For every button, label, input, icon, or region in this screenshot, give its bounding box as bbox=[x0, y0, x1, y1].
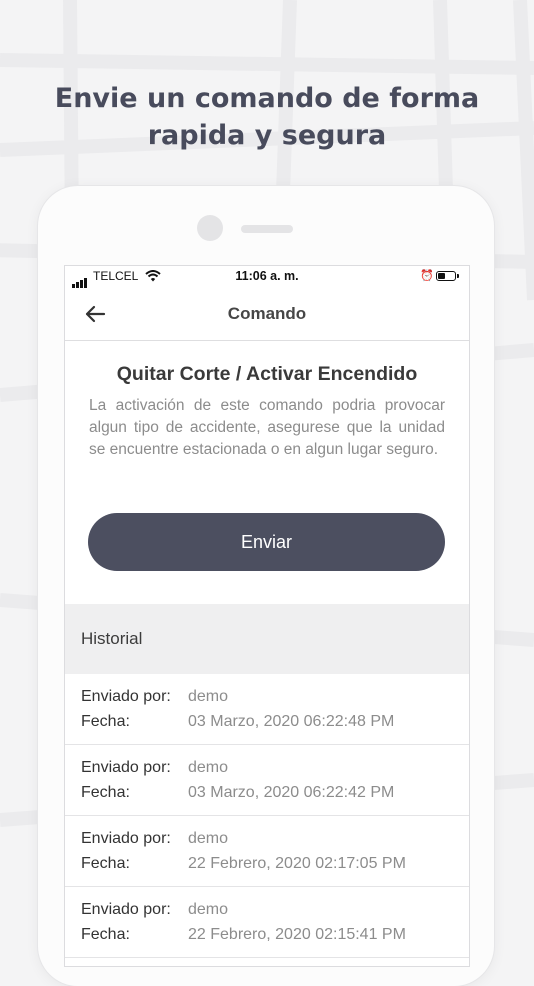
date-label: Fecha: bbox=[81, 784, 130, 801]
headline-line2: rapida y segura bbox=[147, 120, 387, 151]
phone-speaker bbox=[241, 225, 293, 233]
battery-tip bbox=[457, 274, 459, 278]
date-value: 22 Febrero, 2020 02:15:41 PM bbox=[188, 926, 406, 943]
phone-frame: TELCEL 11:06 a. m. ⏰ Comando Quitar Cort… bbox=[38, 186, 494, 986]
nav-bar: Comando bbox=[65, 288, 469, 341]
history-row: Enviado por: demo Fecha: 03 Marzo, 2020 … bbox=[65, 674, 469, 745]
status-time: 11:06 a. m. bbox=[235, 269, 299, 283]
history-row: Enviado por: demo Fecha: 22 Febrero, 202… bbox=[65, 816, 469, 887]
history-row: Enviado por: demo Fecha: 22 Febrero, 202… bbox=[65, 887, 469, 958]
sent-by-value: demo bbox=[188, 901, 229, 918]
command-section: Quitar Corte / Activar Encendido La acti… bbox=[65, 341, 469, 603]
command-description: La activación de este comando podria pro… bbox=[89, 397, 445, 458]
date-label: Fecha: bbox=[81, 926, 130, 943]
status-bar: TELCEL 11:06 a. m. ⏰ bbox=[65, 266, 469, 288]
headline: Envie un comando de forma rapida y segur… bbox=[0, 80, 534, 154]
page-title: Comando bbox=[227, 304, 307, 323]
sent-by-value: demo bbox=[188, 759, 229, 776]
send-button[interactable]: Enviar bbox=[88, 513, 445, 571]
date-value: 22 Febrero, 2020 02:17:05 PM bbox=[188, 855, 406, 872]
battery-icon bbox=[436, 271, 456, 281]
history-list: Enviado por: demo Fecha: 03 Marzo, 2020 … bbox=[65, 674, 469, 958]
alarm-icon: ⏰ bbox=[420, 270, 434, 282]
date-value: 03 Marzo, 2020 06:22:42 PM bbox=[188, 784, 395, 801]
date-value: 03 Marzo, 2020 06:22:48 PM bbox=[188, 713, 395, 730]
phone-camera bbox=[197, 215, 223, 241]
sent-by-label: Enviado por: bbox=[81, 830, 171, 847]
headline-line1: Envie un comando de forma bbox=[54, 83, 480, 114]
date-label: Fecha: bbox=[81, 713, 130, 730]
history-row: Enviado por: demo Fecha: 03 Marzo, 2020 … bbox=[65, 745, 469, 816]
sent-by-label: Enviado por: bbox=[81, 759, 171, 776]
phone-screen: TELCEL 11:06 a. m. ⏰ Comando Quitar Cort… bbox=[64, 265, 470, 967]
battery-fill bbox=[438, 273, 445, 279]
command-title: Quitar Corte / Activar Encendido bbox=[116, 363, 418, 385]
date-label: Fecha: bbox=[81, 855, 130, 872]
history-title: Historial bbox=[81, 629, 143, 648]
sent-by-label: Enviado por: bbox=[81, 688, 171, 705]
sent-by-label: Enviado por: bbox=[81, 901, 171, 918]
sent-by-value: demo bbox=[188, 830, 229, 847]
sent-by-value: demo bbox=[188, 688, 229, 705]
history-header: Historial bbox=[65, 604, 469, 674]
